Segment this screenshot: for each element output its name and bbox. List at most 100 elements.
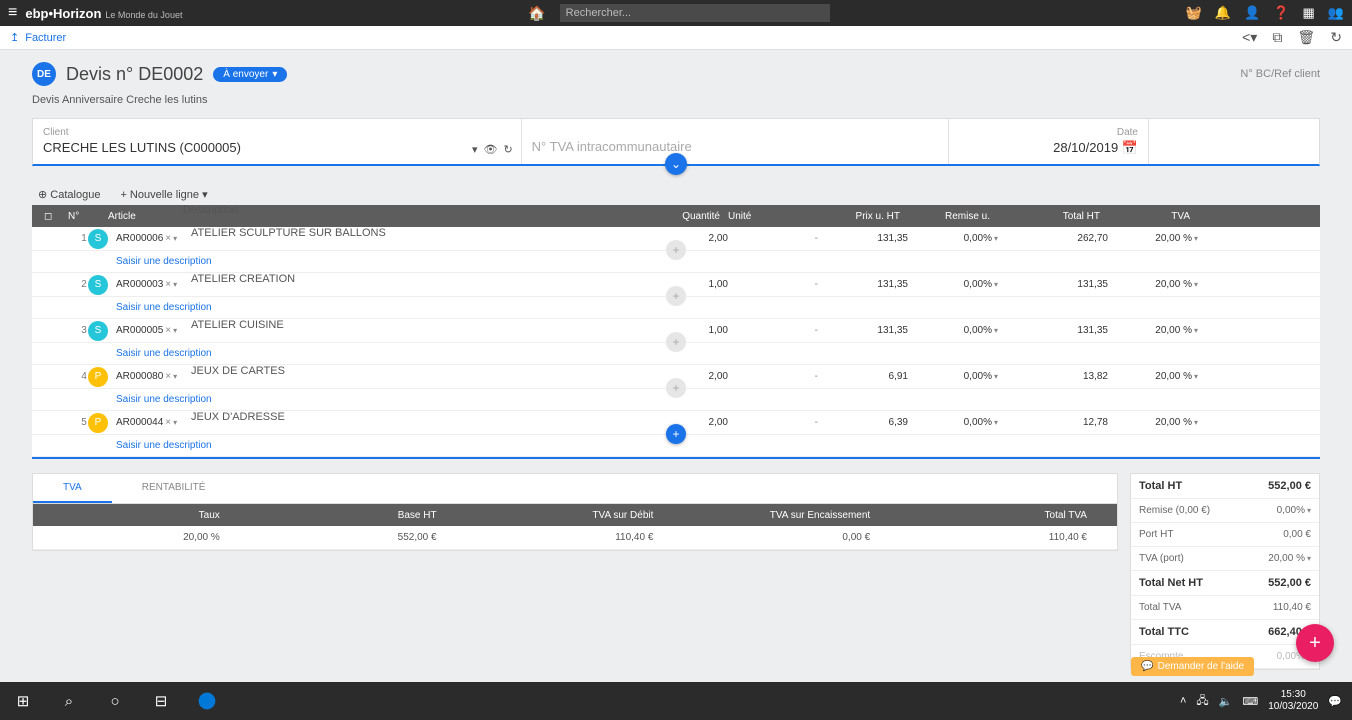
tva-cell[interactable]: 20,00 %▾ bbox=[1112, 233, 1202, 244]
article-dropdown-icon[interactable]: ▾ bbox=[173, 280, 177, 289]
description-input[interactable]: Saisir une description bbox=[116, 394, 212, 405]
tva-intra-input[interactable]: N° TVA intracommunautaire bbox=[532, 139, 938, 154]
pu-cell[interactable]: 131,35 bbox=[822, 233, 912, 244]
history-icon[interactable]: ↻ bbox=[1330, 29, 1342, 45]
facturer-link[interactable]: Facturer bbox=[25, 32, 66, 44]
article-dropdown-icon[interactable]: ▾ bbox=[173, 372, 177, 381]
ref-client[interactable]: N° BC/Ref client bbox=[1240, 68, 1320, 80]
catalogue-button[interactable]: ⊕ Catalogue bbox=[38, 188, 100, 201]
apps-icon[interactable]: ▦ bbox=[1302, 5, 1314, 20]
taskbar: ⊞ ⌕ ○ ⊟ ˄ 🖧 🔈 ⌨ 15:3010/03/2020 💬 bbox=[0, 682, 1352, 720]
article-dropdown-icon[interactable]: ▾ bbox=[173, 326, 177, 335]
remise-dropdown-icon[interactable]: ▾ bbox=[1307, 506, 1311, 515]
taskview-button[interactable]: ⊟ bbox=[138, 682, 184, 720]
unit-cell[interactable]: - bbox=[732, 279, 822, 290]
article-description[interactable]: JEUX DE CARTES bbox=[187, 365, 657, 377]
tray-network-icon[interactable]: 🖧 bbox=[1196, 692, 1208, 711]
help-icon[interactable]: ❓ bbox=[1273, 5, 1289, 20]
help-button[interactable]: 💬 Demander de l'aide bbox=[1131, 657, 1254, 676]
article-description[interactable]: ATELIER CREATION bbox=[187, 273, 657, 285]
article-description[interactable]: ATELIER CUISINE bbox=[187, 319, 657, 331]
menu-icon[interactable]: ≡ bbox=[8, 4, 17, 22]
client-dropdown-icon[interactable]: ▾ bbox=[472, 143, 478, 156]
client-refresh-icon[interactable]: ↻ bbox=[503, 143, 512, 156]
unit-cell[interactable]: - bbox=[732, 417, 822, 428]
unit-cell[interactable]: - bbox=[732, 371, 822, 382]
delete-icon[interactable]: 🗑 bbox=[1297, 29, 1315, 45]
pu-cell[interactable]: 6,39 bbox=[822, 417, 912, 428]
remise-cell[interactable]: 0,00%▾ bbox=[912, 279, 1002, 290]
description-input[interactable]: Saisir une description bbox=[116, 256, 212, 267]
clear-icon[interactable]: × bbox=[165, 417, 171, 428]
add-row-button[interactable]: + bbox=[666, 332, 686, 352]
tva-cell[interactable]: 20,00 %▾ bbox=[1112, 325, 1202, 336]
fab-add-button[interactable]: + bbox=[1296, 624, 1334, 662]
description-input[interactable]: Saisir une description bbox=[116, 348, 212, 359]
copy-icon[interactable]: ⧉ bbox=[1272, 29, 1282, 45]
basket-icon[interactable]: 🧺 bbox=[1185, 5, 1201, 20]
bell-icon[interactable]: 🔔 bbox=[1215, 5, 1231, 20]
group-icon[interactable]: 👥 bbox=[1328, 5, 1344, 20]
clear-icon[interactable]: × bbox=[165, 279, 171, 290]
pu-cell[interactable]: 131,35 bbox=[822, 279, 912, 290]
tvaport-dropdown-icon[interactable]: ▾ bbox=[1307, 554, 1311, 563]
tva-cell[interactable]: 20,00 %▾ bbox=[1112, 417, 1202, 428]
remise-cell[interactable]: 0,00%▾ bbox=[912, 371, 1002, 382]
expand-header-button[interactable]: ⌄ bbox=[665, 153, 687, 175]
add-row-button[interactable]: + bbox=[666, 240, 686, 260]
search-input[interactable] bbox=[560, 4, 830, 22]
tray-up-icon[interactable]: ˄ bbox=[1180, 695, 1186, 707]
clear-icon[interactable]: × bbox=[165, 233, 171, 244]
tva-cell[interactable]: 20,00 %▾ bbox=[1112, 371, 1202, 382]
description-input[interactable]: Saisir une description bbox=[116, 302, 212, 313]
select-all-checkbox[interactable]: ◻ bbox=[40, 211, 64, 222]
date-value[interactable]: 28/10/2019 📅 bbox=[959, 140, 1138, 156]
title-bar: DE Devis n° DE0002 À envoyer▾ N° BC/Ref … bbox=[32, 62, 1320, 86]
tab-tva[interactable]: TVA bbox=[33, 474, 112, 503]
tab-rentabilite[interactable]: RENTABILITÉ bbox=[112, 474, 236, 503]
remise-cell[interactable]: 0,00%▾ bbox=[912, 325, 1002, 336]
clock[interactable]: 15:3010/03/2020 bbox=[1268, 689, 1318, 713]
brand: ebp•HorizonLe Monde du Jouet bbox=[25, 6, 182, 21]
article-code[interactable]: AR000080 bbox=[116, 371, 163, 382]
nouvelle-ligne-button[interactable]: + Nouvelle ligne ▾ bbox=[120, 188, 207, 201]
grid-toolbar: ⊕ Catalogue + Nouvelle ligne ▾ bbox=[32, 188, 1320, 205]
pu-cell[interactable]: 131,35 bbox=[822, 325, 912, 336]
client-value[interactable]: CRECHE LES LUTINS (C000005) bbox=[43, 140, 511, 155]
facturer-icon[interactable]: ↥ bbox=[10, 31, 19, 44]
remise-cell[interactable]: 0,00%▾ bbox=[912, 233, 1002, 244]
article-code[interactable]: AR000003 bbox=[116, 279, 163, 290]
clear-icon[interactable]: × bbox=[165, 371, 171, 382]
tva-cell[interactable]: 20,00 %▾ bbox=[1112, 279, 1202, 290]
cortana-button[interactable]: ○ bbox=[92, 682, 138, 720]
description-input[interactable]: Saisir une description bbox=[116, 440, 212, 451]
tray-volume-icon[interactable]: 🔈 bbox=[1219, 695, 1233, 708]
type-badge: P bbox=[88, 413, 108, 433]
share-icon[interactable]: <▾ bbox=[1242, 29, 1257, 45]
add-row-button[interactable]: + bbox=[666, 286, 686, 306]
start-button[interactable]: ⊞ bbox=[0, 682, 46, 720]
status-badge[interactable]: À envoyer▾ bbox=[213, 67, 287, 82]
unit-cell[interactable]: - bbox=[732, 233, 822, 244]
tray-notifications-icon[interactable]: 💬 bbox=[1328, 695, 1342, 708]
edge-button[interactable] bbox=[184, 682, 230, 720]
client-view-icon[interactable]: 👁 bbox=[483, 143, 497, 156]
pu-cell[interactable]: 6,91 bbox=[822, 371, 912, 382]
search-button[interactable]: ⌕ bbox=[46, 682, 92, 720]
unit-cell[interactable]: - bbox=[732, 325, 822, 336]
total-cell: 131,35 bbox=[1002, 325, 1112, 336]
add-row-button[interactable]: + bbox=[666, 424, 686, 444]
add-row-button[interactable]: + bbox=[666, 378, 686, 398]
clear-icon[interactable]: × bbox=[165, 325, 171, 336]
user-icon[interactable]: 👤 bbox=[1244, 5, 1260, 20]
article-code[interactable]: AR000044 bbox=[116, 417, 163, 428]
article-description[interactable]: JEUX D'ADRESSE bbox=[187, 411, 657, 423]
tray-lang-icon[interactable]: ⌨ bbox=[1242, 695, 1258, 708]
home-icon[interactable]: 🏠 bbox=[528, 5, 545, 22]
article-code[interactable]: AR000006 bbox=[116, 233, 163, 244]
article-code[interactable]: AR000005 bbox=[116, 325, 163, 336]
article-description[interactable]: ATELIER SCULPTURE SUR BALLONS bbox=[187, 227, 657, 239]
article-dropdown-icon[interactable]: ▾ bbox=[173, 418, 177, 427]
remise-cell[interactable]: 0,00%▾ bbox=[912, 417, 1002, 428]
article-dropdown-icon[interactable]: ▾ bbox=[173, 234, 177, 243]
